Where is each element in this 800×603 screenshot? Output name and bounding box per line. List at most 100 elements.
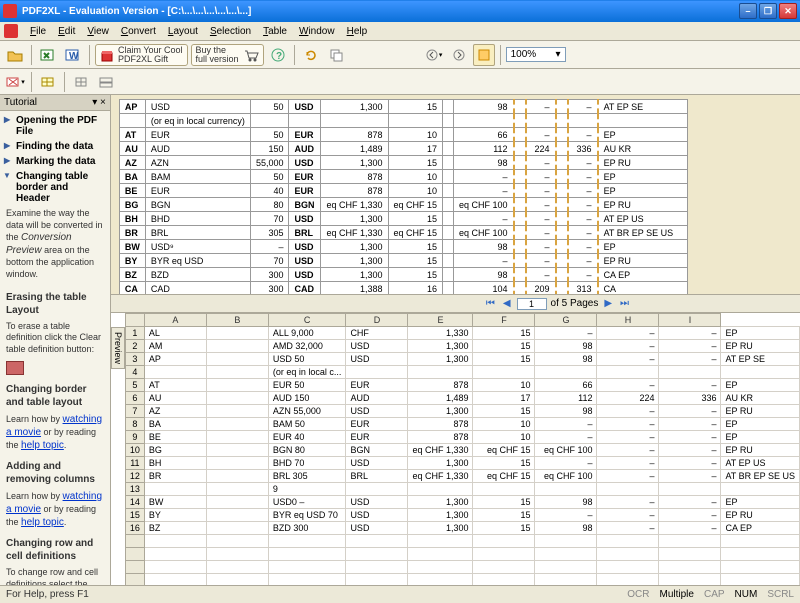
grid-cell[interactable]: 15 (473, 405, 535, 418)
menu-file[interactable]: File (24, 24, 52, 39)
grid-button[interactable] (70, 71, 92, 93)
menu-selection[interactable]: Selection (204, 24, 257, 39)
grid-cell[interactable] (206, 522, 268, 535)
grid-row-header[interactable]: 3 (125, 353, 144, 366)
grid-cell[interactable]: EP RU (721, 340, 800, 353)
grid-cell[interactable]: (or eq in local c... (268, 366, 346, 379)
grid-cell[interactable]: – (597, 470, 659, 483)
grid-row-header[interactable]: 2 (125, 340, 144, 353)
grid-cell[interactable]: – (659, 496, 721, 509)
refresh-button[interactable] (300, 44, 322, 66)
grid-corner[interactable] (125, 314, 144, 327)
grid-col-header[interactable]: I (659, 314, 721, 327)
grid-cell[interactable]: EUR 50 (268, 379, 346, 392)
grid-cell[interactable]: 10 (473, 431, 535, 444)
grid-cell[interactable] (144, 366, 206, 379)
grid-cell[interactable]: USD0 – (268, 496, 346, 509)
buy-button[interactable]: Buy the full version (191, 44, 264, 66)
help-button[interactable]: ? (267, 44, 289, 66)
grid-cell[interactable]: CA EP (721, 522, 800, 535)
grid-cell[interactable]: AU (144, 392, 206, 405)
grid-cell[interactable]: 1,300 (408, 340, 473, 353)
grid-cell[interactable]: BHD 70 (268, 457, 346, 470)
grid-cell[interactable]: – (597, 353, 659, 366)
grid-cell[interactable]: 15 (473, 522, 535, 535)
grid-cell[interactable]: 1,300 (408, 496, 473, 509)
pdf-table-pane[interactable]: APUSD50USD1,3001598––AT EP SE (or eq in … (111, 95, 800, 295)
menu-convert[interactable]: Convert (115, 24, 162, 39)
grid-cell[interactable] (206, 431, 268, 444)
grid-cell[interactable] (597, 366, 659, 379)
grid-cell[interactable]: AUD 150 (268, 392, 346, 405)
grid-cell[interactable]: EUR 40 (268, 431, 346, 444)
grid-cell[interactable]: EUR (346, 431, 408, 444)
grid-cell[interactable]: – (597, 418, 659, 431)
grid-cell[interactable]: AT (144, 379, 206, 392)
sidebar-close-icon[interactable]: × (100, 97, 106, 108)
open-button[interactable] (4, 44, 26, 66)
grid-cell[interactable]: BRL 305 (268, 470, 346, 483)
grid-cell[interactable] (408, 483, 473, 496)
grid-cell[interactable]: 10 (473, 418, 535, 431)
grid-cell[interactable]: CHF (346, 327, 408, 340)
grid-cell[interactable]: BR (144, 470, 206, 483)
grid-cell[interactable]: – (535, 509, 597, 522)
grid-col-header[interactable]: F (473, 314, 535, 327)
grid-cell[interactable] (659, 483, 721, 496)
preview-tab[interactable]: Preview (111, 327, 125, 369)
grid-cell[interactable] (721, 483, 800, 496)
grid-cell[interactable]: EP (721, 496, 800, 509)
grid-cell[interactable] (206, 405, 268, 418)
grid-cell[interactable]: EP (721, 327, 800, 340)
page-last-button[interactable]: ⏭ (618, 298, 631, 309)
grid-cell[interactable]: BZ (144, 522, 206, 535)
grid-cell[interactable] (206, 457, 268, 470)
grid-col-header[interactable]: G (535, 314, 597, 327)
grid-cell[interactable]: – (597, 509, 659, 522)
grid-cell[interactable]: 1,300 (408, 353, 473, 366)
grid-cell[interactable]: EP RU (721, 444, 800, 457)
grid-row-header[interactable]: 10 (125, 444, 144, 457)
grid-cell[interactable]: BYR eq USD 70 (268, 509, 346, 522)
grid-cell[interactable]: – (659, 340, 721, 353)
preview-grid-pane[interactable]: Preview ABCDEFGHI1ALALL 9,000CHF1,33015–… (111, 313, 800, 585)
grid-cell[interactable]: – (659, 522, 721, 535)
grid-row-header[interactable]: 13 (125, 483, 144, 496)
sidebar-item[interactable]: Finding the data (2, 139, 108, 154)
sidebar-menu-icon[interactable]: ▾ (92, 97, 97, 108)
grid-col-header[interactable]: B (206, 314, 268, 327)
grid-cell[interactable] (206, 327, 268, 340)
grid-cell[interactable] (346, 483, 408, 496)
grid-cell[interactable]: 15 (473, 457, 535, 470)
grid-cell[interactable]: eq CHF 1,330 (408, 470, 473, 483)
grid-cell[interactable]: – (597, 431, 659, 444)
grid-cell[interactable]: 17 (473, 392, 535, 405)
grid-cell[interactable]: – (659, 418, 721, 431)
convert-excel-button[interactable] (37, 44, 59, 66)
grid-cell[interactable]: 15 (473, 509, 535, 522)
grid-cell[interactable] (144, 483, 206, 496)
grid-cell[interactable]: – (659, 509, 721, 522)
grid-cell[interactable]: 1,330 (408, 327, 473, 340)
grid-cell[interactable] (535, 366, 597, 379)
grid-cell[interactable]: BRL (346, 470, 408, 483)
grid-cell[interactable] (206, 509, 268, 522)
grid-cell[interactable]: USD 50 (268, 353, 346, 366)
grid-cell[interactable]: eq CHF 100 (535, 444, 597, 457)
grid-cell[interactable]: – (535, 431, 597, 444)
grid-cell[interactable]: 336 (659, 392, 721, 405)
grid-cell[interactable]: BGN (346, 444, 408, 457)
grid-cell[interactable]: – (659, 379, 721, 392)
page-prev-button[interactable]: ◀ (501, 298, 513, 309)
grid-cell[interactable] (206, 418, 268, 431)
grid-cell[interactable]: BH (144, 457, 206, 470)
grid-cell[interactable]: BW (144, 496, 206, 509)
page-next-button[interactable]: ▶ (602, 298, 614, 309)
grid-cell[interactable]: USD (346, 353, 408, 366)
menu-window[interactable]: Window (293, 24, 341, 39)
grid-col-header[interactable]: C (268, 314, 346, 327)
grid-cell[interactable]: BE (144, 431, 206, 444)
grid-cell[interactable]: EP (721, 379, 800, 392)
grid-cell[interactable]: 1,300 (408, 522, 473, 535)
grid-col-header[interactable]: A (144, 314, 206, 327)
